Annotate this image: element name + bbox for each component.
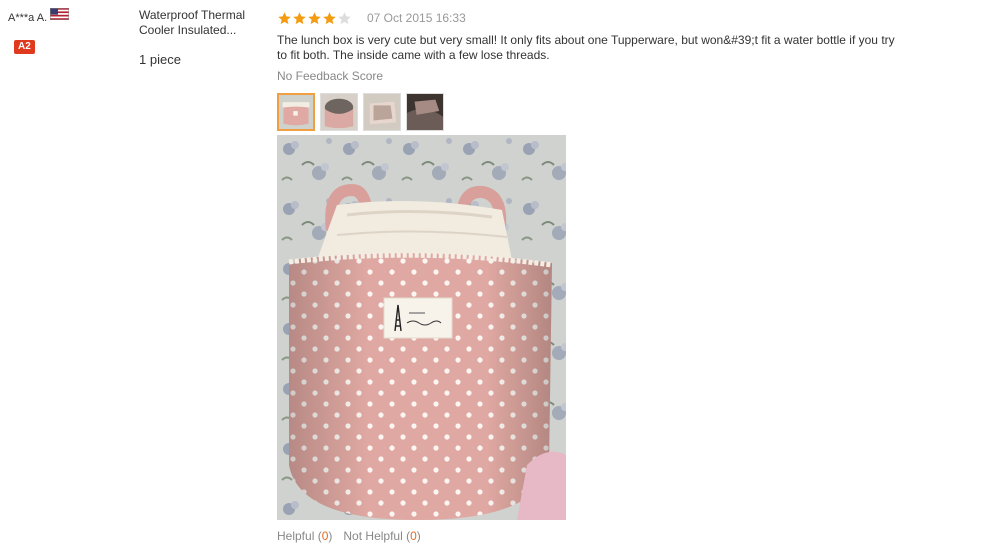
review-column: 07 Oct 2015 16:33 The lunch box is very … — [277, 10, 917, 131]
feedback-score: No Feedback Score — [277, 69, 384, 83]
product-name[interactable]: Waterproof Thermal Cooler Insulated... — [139, 8, 269, 38]
not-helpful-link[interactable]: Not Helpful (0) — [343, 529, 420, 543]
product-column: Waterproof Thermal Cooler Insulated... 1… — [139, 8, 269, 67]
review-text: The lunch box is very cute but very smal… — [277, 33, 895, 62]
main-review-photo[interactable] — [277, 135, 566, 520]
review-date: 07 Oct 2015 16:33 — [367, 11, 466, 25]
reviewer-column: A***a A. A2 — [8, 8, 133, 54]
star-filled-icon — [323, 11, 336, 24]
star-empty-icon — [338, 11, 351, 24]
photo-thumbnail-4[interactable] — [406, 93, 444, 131]
star-filled-icon — [293, 11, 306, 24]
rating-row: 07 Oct 2015 16:33 — [277, 10, 917, 26]
not-helpful-label: Not Helpful — [343, 529, 403, 543]
not-helpful-close: ) — [416, 529, 421, 543]
photo-thumbnail-1[interactable] — [277, 93, 315, 131]
photo-thumbnail-image — [364, 94, 400, 130]
star-rating — [277, 11, 352, 26]
helpful-close: ) — [328, 529, 333, 543]
not-helpful-count: 0 — [410, 529, 417, 543]
photo-thumbnail-2[interactable] — [320, 93, 358, 131]
helpful-link[interactable]: Helpful (0) — [277, 529, 332, 543]
photo-thumbnails — [277, 93, 917, 131]
helpful-row: Helpful (0) Not Helpful (0) — [277, 529, 421, 543]
photo-thumbnail-3[interactable] — [363, 93, 401, 131]
level-badge: A2 — [14, 40, 35, 54]
star-filled-icon — [308, 11, 321, 24]
helpful-label: Helpful — [277, 529, 315, 543]
star-filled-icon — [278, 11, 291, 24]
reviewer-name: A***a A. — [8, 12, 48, 24]
product-quantity: 1 piece — [139, 52, 181, 67]
photo-thumbnail-image — [321, 94, 357, 130]
reviewer-line: A***a A. — [8, 8, 133, 25]
photo-thumbnail-image — [279, 95, 313, 129]
cooler-bag-photo — [277, 135, 566, 520]
us-flag-icon — [50, 8, 70, 20]
photo-thumbnail-image — [407, 94, 443, 130]
